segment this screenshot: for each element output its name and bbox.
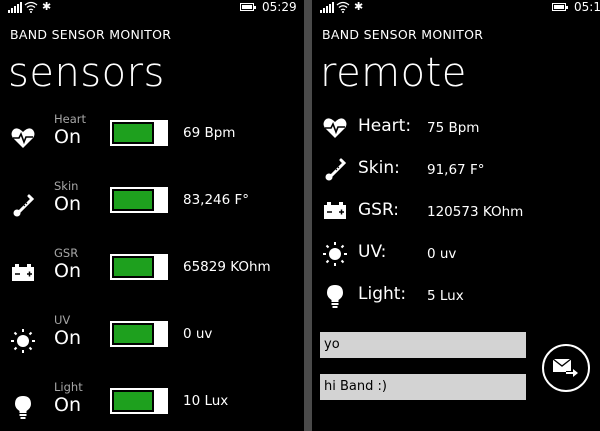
status-bar: ✱ 05:12 bbox=[312, 0, 600, 16]
wifi-icon bbox=[24, 1, 38, 13]
sensor-state: On bbox=[54, 327, 81, 349]
reading-row-uv: UV: 0 uv bbox=[312, 239, 600, 269]
reading-value: 120573 KOhm bbox=[427, 204, 524, 220]
sensor-row-heart: Heart On 69 Bpm bbox=[0, 112, 304, 168]
sensor-label: Light bbox=[54, 380, 83, 394]
reading-label: Heart: bbox=[358, 116, 412, 136]
sensor-label: Heart bbox=[54, 112, 87, 126]
page-title: remote bbox=[320, 50, 467, 96]
heart-icon bbox=[323, 118, 347, 138]
sensor-state: On bbox=[54, 260, 81, 282]
sensor-row-skin: Skin On 83,246 F° bbox=[0, 179, 304, 235]
bluetooth-icon: ✱ bbox=[42, 0, 52, 13]
signal-strength-icon bbox=[8, 2, 22, 13]
reading-label: Skin: bbox=[358, 158, 400, 178]
gsr-toggle[interactable] bbox=[110, 254, 168, 280]
reading-value: 91,67 F° bbox=[427, 162, 485, 178]
reading-row-light: Light: 5 Lux bbox=[312, 281, 600, 311]
heart-icon bbox=[11, 128, 35, 148]
sensor-row-light: Light On 10 Lux bbox=[0, 380, 304, 431]
reading-label: Light: bbox=[358, 284, 407, 304]
battery-icon bbox=[552, 3, 568, 11]
battery-gsr-icon bbox=[12, 264, 34, 281]
signal-strength-icon bbox=[320, 2, 334, 13]
remote-screen: ✱ 05:12 BAND SENSOR MONITOR remote Heart… bbox=[312, 0, 600, 431]
status-time: 05:12 bbox=[574, 0, 600, 14]
lightbulb-icon bbox=[327, 285, 343, 308]
reading-label: UV: bbox=[358, 242, 387, 262]
thermometer-icon bbox=[325, 158, 347, 181]
sensor-label: GSR bbox=[54, 246, 79, 260]
sensor-value: 0 uv bbox=[183, 326, 213, 342]
reading-row-heart: Heart: 75 Bpm bbox=[312, 113, 600, 143]
sensor-state: On bbox=[54, 394, 81, 416]
reading-label: GSR: bbox=[358, 200, 399, 220]
send-message-icon bbox=[552, 358, 578, 377]
page-title: sensors bbox=[8, 50, 165, 96]
uv-toggle[interactable] bbox=[110, 321, 168, 347]
sensor-label: UV bbox=[54, 313, 71, 327]
screen-divider bbox=[304, 0, 312, 431]
status-bar: ✱ 05:29 bbox=[0, 0, 304, 16]
sun-icon bbox=[11, 329, 35, 353]
reading-value: 75 Bpm bbox=[427, 120, 480, 136]
sensor-state: On bbox=[54, 126, 81, 148]
reading-row-gsr: GSR: 120573 KOhm bbox=[312, 197, 600, 227]
skin-toggle[interactable] bbox=[110, 187, 168, 213]
wifi-icon bbox=[336, 1, 350, 13]
battery-gsr-icon bbox=[324, 202, 346, 219]
reading-value: 0 uv bbox=[427, 246, 457, 262]
sensor-state: On bbox=[54, 193, 81, 215]
sensor-value: 69 Bpm bbox=[183, 125, 236, 141]
sensors-screen: ✱ 05:29 BAND SENSOR MONITOR sensors Hear… bbox=[0, 0, 304, 431]
app-title: BAND SENSOR MONITOR bbox=[322, 27, 484, 42]
send-message-textbox[interactable]: hi Band :) bbox=[320, 374, 526, 400]
reading-row-skin: Skin: 91,67 F° bbox=[312, 155, 600, 185]
thermometer-icon bbox=[13, 194, 35, 217]
sensor-row-uv: UV On 0 uv bbox=[0, 313, 304, 369]
reading-value: 5 Lux bbox=[427, 288, 464, 304]
sensor-value: 83,246 F° bbox=[183, 192, 250, 208]
battery-icon bbox=[240, 3, 256, 11]
heart-toggle[interactable] bbox=[110, 120, 168, 146]
sensor-row-gsr: GSR On 65829 KOhm bbox=[0, 246, 304, 302]
sun-icon bbox=[323, 242, 347, 266]
sensor-label: Skin bbox=[54, 179, 79, 193]
sensor-value: 10 Lux bbox=[183, 393, 229, 409]
sensor-value: 65829 KOhm bbox=[183, 259, 271, 275]
light-toggle[interactable] bbox=[110, 388, 168, 414]
received-message-textbox[interactable]: yo bbox=[320, 332, 526, 358]
send-message-button[interactable] bbox=[542, 344, 590, 392]
app-title: BAND SENSOR MONITOR bbox=[10, 27, 172, 42]
bluetooth-icon: ✱ bbox=[354, 0, 364, 13]
status-time: 05:29 bbox=[262, 0, 297, 14]
lightbulb-icon bbox=[15, 396, 31, 419]
